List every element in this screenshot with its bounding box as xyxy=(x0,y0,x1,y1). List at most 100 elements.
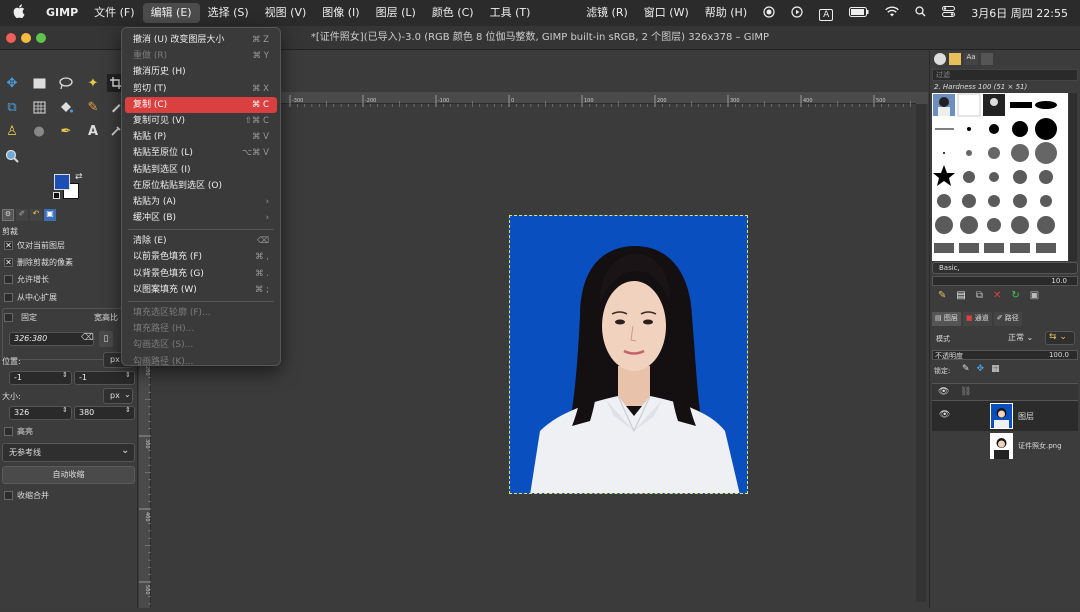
open-brush-as-image-icon[interactable]: ▣ xyxy=(1030,290,1039,301)
apple-icon[interactable] xyxy=(0,4,38,22)
wifi-icon[interactable] xyxy=(877,6,907,20)
clone-tool-icon[interactable]: ♙ xyxy=(3,122,21,140)
spotlight-search-icon[interactable] xyxy=(907,6,934,20)
menu-windows[interactable]: 窗口 (W) xyxy=(636,3,697,23)
foreground-color-swatch[interactable] xyxy=(54,174,70,190)
default-colors-icon[interactable] xyxy=(53,192,60,199)
refresh-brushes-icon[interactable]: ↻ xyxy=(1011,290,1019,301)
menu-file[interactable]: 文件 (F) xyxy=(86,3,142,23)
lock-pixels-icon[interactable]: ✎ xyxy=(962,364,970,374)
checkbox-unchecked[interactable] xyxy=(4,491,13,500)
menu-colors[interactable]: 颜色 (C) xyxy=(424,3,482,23)
new-brush-icon[interactable]: ▤ xyxy=(956,290,965,301)
fonts-tab-icon[interactable]: Aa xyxy=(964,53,978,65)
duplicate-brush-icon[interactable]: ⧉ xyxy=(976,290,983,301)
edit-menu-item[interactable]: 粘贴至原位 (L) ⌥⌘ V xyxy=(125,145,277,161)
control-center-icon[interactable] xyxy=(934,6,963,20)
edit-menu-item[interactable]: 缓冲区 (B) › xyxy=(125,210,277,226)
aspect-ratio-select[interactable]: 宽高比 xyxy=(94,312,118,323)
text-tool-icon[interactable]: A xyxy=(84,122,102,140)
layer-row[interactable]: 证件照女.png xyxy=(932,431,1078,461)
edit-menu-item[interactable]: 粘贴 (P) ⌘ V xyxy=(125,129,277,145)
tab-paths[interactable]: ✐ 路径 xyxy=(993,312,1022,326)
mode-select[interactable]: 正常 ⌄ xyxy=(1008,331,1042,344)
eye-icon[interactable]: 👁 xyxy=(939,410,950,420)
spin-arrows-icon[interactable]: ⇕ xyxy=(125,371,131,379)
canvas-image[interactable] xyxy=(509,215,748,494)
auto-shrink-button[interactable]: 自动收缩 xyxy=(2,466,135,484)
battery-icon[interactable] xyxy=(841,6,877,20)
device-status-tab-icon[interactable]: ✐ xyxy=(16,209,28,221)
edit-menu-item[interactable]: 复制 (C) ⌘ C xyxy=(125,96,277,113)
brush-preset-select[interactable]: Basic, xyxy=(932,262,1078,274)
menu-help[interactable]: 帮助 (H) xyxy=(697,3,755,23)
option-expand-center[interactable]: 从中心扩展 xyxy=(4,292,57,303)
checkbox-checked[interactable]: ✕ xyxy=(4,241,13,250)
menu-app-gimp[interactable]: GIMP xyxy=(38,3,86,23)
clear-field-icon[interactable]: ⌫ xyxy=(81,333,94,343)
rect-select-tool-icon[interactable] xyxy=(30,74,48,92)
edit-menu-item[interactable]: 复制可见 (V) ⇧⌘ C xyxy=(125,113,277,129)
composite-mode-icon[interactable]: ⇆ ⌄ xyxy=(1045,331,1075,345)
tab-layers[interactable]: ▤ 图层 xyxy=(932,312,961,326)
vertical-scrollbar[interactable] xyxy=(916,104,926,602)
option-allow-grow[interactable]: 允许增长 xyxy=(4,274,49,285)
brushes-tab-icon[interactable] xyxy=(934,53,946,65)
option-current-layer[interactable]: ✕ 仅对当前图层 xyxy=(4,240,65,251)
bucket-fill-tool-icon[interactable] xyxy=(57,98,75,116)
edit-menu-item[interactable]: 粘贴为 (A) › xyxy=(125,194,277,210)
menu-tools[interactable]: 工具 (T) xyxy=(482,3,539,23)
patterns-tab-icon[interactable] xyxy=(949,53,961,65)
minimize-window-button[interactable] xyxy=(21,33,31,43)
menu-edit[interactable]: 编辑 (E) xyxy=(142,3,200,23)
opacity-slider[interactable]: 不透明度 100.0 xyxy=(932,350,1078,360)
menu-image[interactable]: 图像 (I) xyxy=(314,3,367,23)
lock-position-icon[interactable]: ✥ xyxy=(977,364,985,374)
spin-arrows-icon[interactable]: ⇕ xyxy=(125,406,131,414)
menu-view[interactable]: 视图 (V) xyxy=(257,3,315,23)
edit-menu-item[interactable]: 剪切 (T) ⌘ X xyxy=(125,81,277,97)
edit-menu-item[interactable]: 在原位粘贴到选区 (O) xyxy=(125,178,277,194)
portrait-orientation-icon[interactable]: ▯ xyxy=(99,331,113,347)
menu-filters[interactable]: 滤镜 (R) xyxy=(578,3,636,23)
brush-grid[interactable] xyxy=(932,93,1068,261)
edit-menu-item[interactable]: 粘贴到选区 (I) xyxy=(125,162,277,178)
brush-grid-scrollbar[interactable] xyxy=(1069,93,1077,261)
lock-alpha-icon[interactable]: ▦ xyxy=(991,364,1000,374)
move-tool-icon[interactable]: ✥ xyxy=(3,74,21,92)
clock-datetime[interactable]: 3月6日 周四 22:55 xyxy=(963,5,1080,21)
fuzzy-select-tool-icon[interactable]: ✦ xyxy=(84,74,102,92)
warp-tool-icon[interactable] xyxy=(30,98,48,116)
checkbox-unchecked[interactable] xyxy=(4,293,13,302)
checkbox-unchecked[interactable] xyxy=(4,275,13,284)
edit-menu-item[interactable]: 以背景色填充 (G) ⌘ . xyxy=(125,266,277,282)
zoom-window-button[interactable] xyxy=(36,33,46,43)
paintbrush-tool-icon[interactable]: ✎ xyxy=(84,98,102,116)
option-fixed[interactable]: 固定 xyxy=(4,312,37,323)
checkbox-checked[interactable]: ✕ xyxy=(4,258,13,267)
transform-tool-icon[interactable]: ⧉ xyxy=(3,98,21,116)
edit-menu-item[interactable]: 以图案填充 (W) ⌘ ; xyxy=(125,282,277,298)
edit-menu-item[interactable]: 以前景色填充 (F) ⌘ , xyxy=(125,249,277,265)
guides-select[interactable]: 无参考线 xyxy=(2,443,135,462)
zoom-tool-icon[interactable] xyxy=(3,147,21,165)
spin-arrows-icon[interactable]: ⇕ xyxy=(62,371,68,379)
undo-history-tab-icon[interactable]: ↶ xyxy=(30,209,42,221)
document-history-tab-icon[interactable] xyxy=(981,53,993,65)
close-window-button[interactable] xyxy=(6,33,16,43)
images-tab-icon[interactable]: ▣ xyxy=(44,209,56,221)
option-shrink-merged[interactable]: 收缩合并 xyxy=(4,490,49,501)
edit-menu-item[interactable]: 撤消 (U) 改变图层大小 ⌘ Z xyxy=(125,32,277,48)
checkbox-unchecked[interactable] xyxy=(4,427,13,436)
edit-menu-item[interactable]: 清除 (E) ⌫ xyxy=(125,233,277,249)
play-icon[interactable] xyxy=(783,5,811,21)
edit-brush-icon[interactable]: ✎ xyxy=(938,290,946,301)
lasso-tool-icon[interactable] xyxy=(57,74,75,92)
option-delete-pixels[interactable]: ✕ 删除剪裁的像素 xyxy=(4,257,73,268)
spin-arrows-icon[interactable]: ⇕ xyxy=(62,406,68,414)
edit-menu-item[interactable]: 撤消历史 (H) xyxy=(125,64,277,80)
option-highlight[interactable]: 高亮 xyxy=(4,426,33,437)
spacing-slider[interactable]: 10.0 xyxy=(932,276,1078,286)
brush-filter-input[interactable]: 过滤 xyxy=(932,69,1078,81)
tool-options-tab-icon[interactable]: ⚙ xyxy=(2,209,14,221)
